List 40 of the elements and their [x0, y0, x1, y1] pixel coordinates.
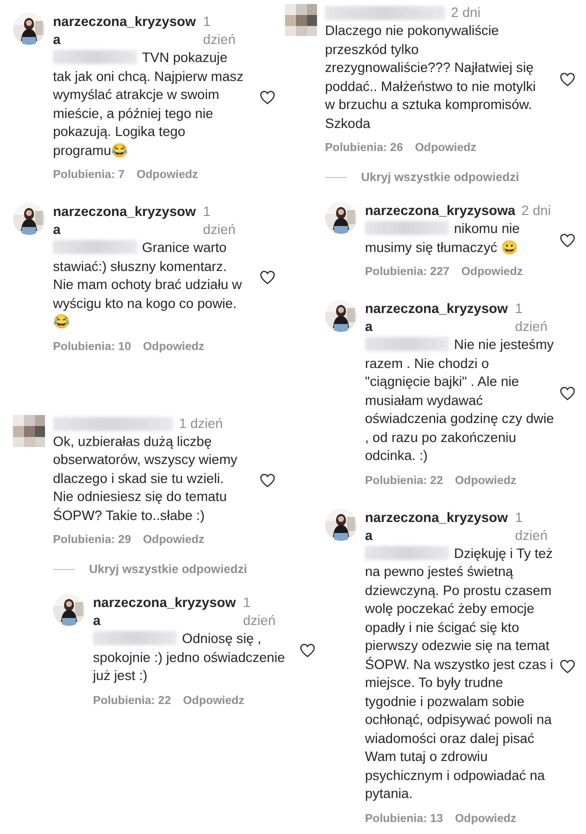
likes-count[interactable]: Polubienia: 13	[365, 812, 443, 824]
likes-count[interactable]: Polubienia: 22	[365, 474, 443, 486]
reply-link[interactable]: Odpowiedz	[414, 142, 476, 154]
reply-link[interactable]: Odpowiedz	[182, 694, 244, 706]
comment-time: 1 dzień	[243, 594, 277, 630]
username[interactable]: narzeczona_kryzysowa	[53, 13, 198, 49]
likes-count[interactable]: Polubienia: 29	[53, 534, 131, 546]
reply-link[interactable]: Odpowiedz	[454, 812, 516, 824]
reply-link[interactable]: Odpowiedz	[142, 340, 204, 352]
username[interactable]: narzeczona_kryzysowa	[53, 203, 198, 239]
likes-count[interactable]: Polubienia: 26	[325, 142, 403, 154]
comment-text: TVN pokazuje tak jak oni chcą. Najpierw masz wymyślać atrakcje w swoim mieście, a później tego nie pokazują. Logika tego programu😂	[53, 49, 244, 160]
likes-count[interactable]: Polubienia: 10	[53, 340, 131, 352]
hide-replies-link[interactable]: Ukryj wszystkie odpowiedzi	[361, 170, 520, 184]
hide-replies-link[interactable]: Ukryj wszystkie odpowiedzi	[89, 562, 248, 576]
comment-text: nikomu nie musimy się tłumaczyć 😀	[365, 220, 521, 257]
comment-text: Granice warto stawiać:) słuszny komentarz. Nie mam ochoty brać udziału w wyścigu kto na kogo co powie. 😂	[53, 239, 243, 331]
comment-time: 1 dzień	[179, 414, 223, 432]
comment-text: Dziękuję i Ty też na pewno jesteś świetną dziewczyną. Po prostu czasem wolę poczekać żeby emocje opadły i nie ścigać się kto pierwszy odezwie się na temat ŚOPW. Na wszystko jest czas i miejsce. To były trudne tygodnie i pozwalam sobie ochłonąć, odpisywać powoli na wiadomości oraz dalej pisać Wam tutaj o zdrowiu psychicznym i odpowiadać na pytania.	[365, 544, 554, 803]
username[interactable]: narzeczona_kryzysowa	[93, 594, 238, 630]
reply-link[interactable]: Odpowiedz	[454, 474, 516, 486]
comment-text: Odniosę się , spokojnie :) jedno oświadczenie już jest :)	[93, 630, 285, 685]
comment-time: 2 dni	[451, 4, 480, 22]
reply-link[interactable]: Odpowiedz	[461, 266, 523, 278]
comment-text: Nie nie jesteśmy razem . Nie chodzi o "ciągnięcie bajki" . Ale nie musiałam wydawać oświadczenia godzinę czy dwie , od razu po zakończeniu odcinka. :)	[365, 336, 555, 465]
likes-count[interactable]: Polubienia: 22	[93, 694, 171, 706]
likes-count[interactable]: Polubienia: 7	[53, 169, 125, 181]
comment-time: 1 dzień	[203, 203, 237, 239]
comment-text: Ok, uzbierałas dużą liczbę obserwatorów, wszyscy wiemy dlaczego i skad sie tu wzieli. Nie odniesiesz się do tematu ŚOPW? Takie to..słabe :)	[53, 432, 238, 525]
comment-time: 1 dzień	[515, 508, 549, 544]
reply-link[interactable]: Odpowiedz	[142, 534, 204, 546]
username[interactable]: narzeczona_kryzysowa	[365, 300, 510, 336]
reply-link[interactable]: Odpowiedz	[136, 169, 198, 181]
username[interactable]: narzeczona_kryzysowa	[365, 508, 510, 544]
comment-time: 2 dni	[521, 202, 551, 220]
comment-text: Dlaczego nie pokonywaliście przeszkód tylko zrezygnowaliście??? Najłatwiej się poddać.. Małżeństwo to nie motylki w brzuchu a sztuka kompromisów. Szkoda	[325, 22, 537, 132]
comment-time: 1 dzień	[515, 300, 549, 336]
likes-count[interactable]: Polubienia: 227	[365, 266, 450, 278]
username[interactable]: narzeczona_kryzysowa	[365, 202, 516, 220]
comment-time: 1 dzień	[203, 13, 237, 49]
